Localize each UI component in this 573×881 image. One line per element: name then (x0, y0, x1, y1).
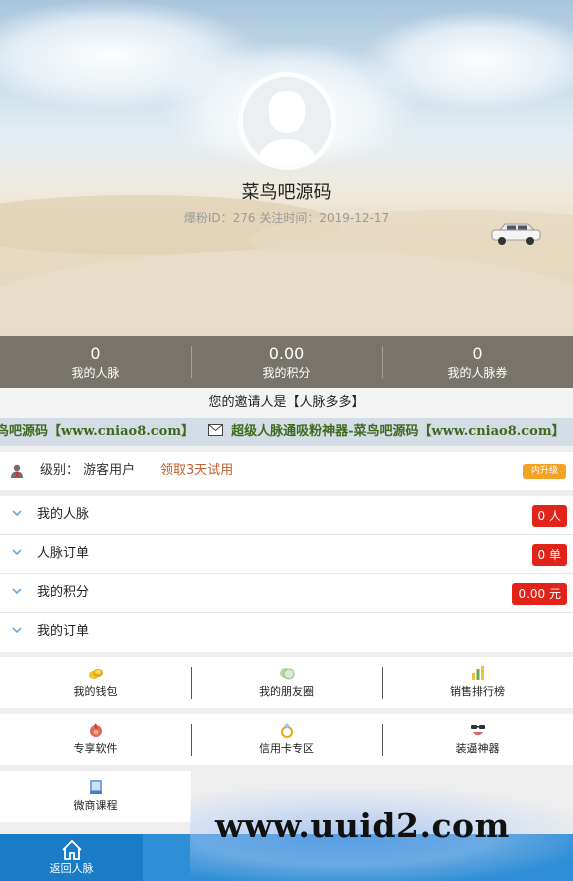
grid-item-course[interactable]: 微商课程 (0, 771, 191, 822)
menu-label: 我的积分 (37, 585, 90, 600)
profile-header: 菜鸟吧源码 爆粉ID：276 关注时间：2019-12-17 (0, 0, 573, 336)
grid-item-software[interactable]: 专享软件 (0, 714, 191, 765)
user-nickname: 菜鸟吧源码 (241, 182, 332, 203)
grid-label: 微商课程 (73, 799, 118, 812)
chevron-down-icon (12, 510, 22, 517)
stat-value: 0 (90, 344, 101, 363)
menu-label: 人脉订单 (37, 546, 90, 561)
grid-label: 装逼神器 (455, 742, 500, 755)
grid-item-ranking[interactable]: 销售排行榜 (382, 657, 573, 708)
stat-value: 0 (472, 344, 483, 363)
amount-badge: 0.00 元 (512, 583, 567, 605)
count-badge: 0 单 (531, 544, 567, 566)
account-menu: 我的人脉 0 人 人脉订单 0 单 我的积分 0.00 元 我的订单 (0, 496, 573, 652)
level-row: 级别： 游客用户 领取3天试用 内升级 (0, 452, 573, 490)
course-icon (89, 780, 102, 794)
mail-icon (208, 424, 224, 436)
marquee-text: 超级人脉通吸粉神器-菜鸟吧源码【www.cniao8.com】 (231, 424, 565, 439)
marquee-text: 鸟吧源码【www.cniao8.com】 (0, 424, 195, 439)
menu-item-connections[interactable]: 我的人脉 0 人 (0, 496, 573, 535)
home-icon (61, 839, 82, 860)
menu-item-points[interactable]: 我的积分 0.00 元 (0, 574, 573, 613)
grid-item-wallet[interactable]: 我的钱包 (0, 657, 191, 708)
stats-bar: 0 我的人脉 0.00 我的积分 0 我的人脉券 (0, 336, 573, 388)
user-meta: 爆粉ID：276 关注时间：2019-12-17 (183, 211, 390, 225)
credit-card-icon (280, 723, 293, 738)
level-text: 级别： 游客用户 (40, 463, 136, 478)
grid-label: 我的朋友圈 (259, 685, 314, 698)
stat-connections[interactable]: 0 我的人脉 (0, 336, 191, 388)
avatar[interactable] (238, 72, 336, 170)
stat-coupons[interactable]: 0 我的人脉券 (382, 336, 573, 388)
grid-item-fun-tool[interactable]: 装逼神器 (382, 714, 573, 765)
inviter-text: 您的邀请人是【人脉多多】 (0, 388, 573, 418)
menu-item-connection-orders[interactable]: 人脉订单 0 单 (0, 535, 573, 574)
moments-icon (279, 668, 294, 680)
upgrade-button[interactable]: 内升级 (523, 464, 566, 479)
grid-label: 专享软件 (73, 742, 118, 755)
ranking-icon (471, 666, 484, 680)
user-level-icon (11, 464, 23, 478)
stat-label: 我的人脉券 (447, 366, 508, 380)
count-badge: 0 人 (531, 505, 567, 527)
chevron-down-icon (12, 588, 22, 595)
grid-label: 信用卡专区 (259, 742, 314, 755)
fun-tool-icon (470, 725, 485, 735)
watermark-text: www.uuid2.com (215, 806, 510, 845)
feature-grid-row: 我的钱包 我的朋友圈 销售排行榜 (0, 657, 573, 708)
chevron-down-icon (12, 549, 22, 556)
grid-item-credit-card[interactable]: 信用卡专区 (191, 714, 382, 765)
menu-label: 我的订单 (37, 624, 90, 639)
menu-label: 我的人脉 (37, 507, 90, 522)
trial-link[interactable]: 领取3天试用 (160, 452, 233, 490)
feature-grid-row: 专享软件 信用卡专区 装逼神器 (0, 714, 573, 765)
wallet-icon (88, 669, 103, 679)
menu-item-orders[interactable]: 我的订单 (0, 613, 573, 652)
tab-home[interactable]: 返回人脉 (0, 834, 144, 881)
grid-label: 销售排行榜 (450, 685, 505, 698)
grid-item-moments[interactable]: 我的朋友圈 (191, 657, 382, 708)
sand-dune (0, 250, 573, 336)
grid-label: 我的钱包 (73, 685, 118, 698)
stat-value: 0.00 (268, 344, 305, 363)
tab-label: 返回人脉 (49, 862, 94, 875)
chevron-down-icon (12, 627, 22, 634)
software-icon (89, 723, 102, 737)
announcement-marquee: 鸟吧源码【www.cniao8.com】 超级人脉通吸粉神器-菜鸟吧源码【www… (0, 418, 573, 446)
stat-points[interactable]: 0.00 我的积分 (191, 336, 382, 388)
stat-label: 我的积分 (262, 366, 311, 380)
user-silhouette-icon (243, 77, 331, 165)
stat-label: 我的人脉 (71, 366, 120, 380)
